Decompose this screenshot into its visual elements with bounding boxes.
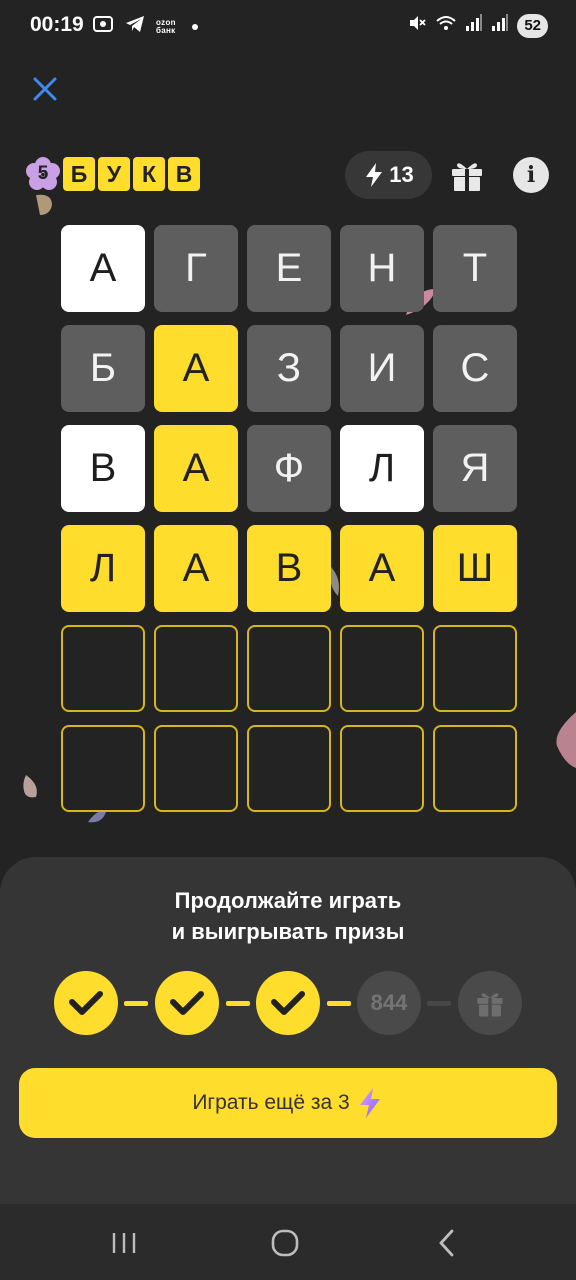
- check-icon: [271, 991, 305, 1015]
- gift-icon: [477, 993, 503, 1017]
- home-button[interactable]: [265, 1226, 305, 1260]
- letter-tile: З: [247, 325, 331, 412]
- progress-step-label: 844: [370, 990, 408, 1015]
- letter-tile: Ш: [433, 525, 517, 612]
- telegram-icon: [124, 14, 146, 39]
- game-logo: 5 Б У К В: [26, 157, 200, 191]
- empty-tile: [433, 725, 517, 812]
- prize-progress: 844: [54, 971, 522, 1035]
- lightning-icon: [366, 163, 383, 187]
- signal-icon: [465, 13, 483, 38]
- energy-counter[interactable]: 13: [345, 151, 432, 199]
- letter-tile: Г: [154, 225, 238, 312]
- recents-icon: [112, 1233, 136, 1253]
- status-right-icons: 52: [407, 13, 548, 38]
- check-icon: [69, 991, 103, 1015]
- sheet-title: Продолжайте играть и выигрывать призы: [0, 885, 576, 947]
- gift-button[interactable]: [448, 156, 486, 194]
- status-left-icons: ozon банк: [92, 14, 198, 39]
- notification-dot-icon: [191, 23, 198, 30]
- progress-step-done: [256, 971, 320, 1035]
- game-board: АГЕНТБАЗИСВАФЛЯЛАВАШ: [61, 225, 517, 812]
- back-button[interactable]: [427, 1226, 467, 1260]
- letter-tile: Ф: [247, 425, 331, 512]
- recents-button[interactable]: [104, 1226, 144, 1260]
- logo-letter: У: [98, 157, 130, 191]
- progress-step-done: [155, 971, 219, 1035]
- status-bar: 00:19 ozon банк 52: [0, 0, 576, 52]
- letter-tile: А: [61, 225, 145, 312]
- screen: 00:19 ozon банк 52 5 Б У К В 13 i А Г Е …: [0, 0, 576, 1280]
- lightning-icon: [359, 1088, 380, 1118]
- check-icon: [170, 991, 204, 1015]
- progress-connector: [226, 1001, 250, 1006]
- empty-tile: [340, 625, 424, 712]
- progress-step-done: [54, 971, 118, 1035]
- ozon-label-line2: банк: [156, 25, 176, 35]
- logo-letter: Б: [63, 157, 95, 191]
- screenshot-icon: [92, 14, 114, 39]
- letter-tile: И: [340, 325, 424, 412]
- letter-tile: Н: [340, 225, 424, 312]
- logo-number: 5: [37, 163, 49, 184]
- empty-tile: [433, 625, 517, 712]
- letter-tile: А: [154, 325, 238, 412]
- petal-decoration: [23, 775, 37, 798]
- energy-value: 13: [389, 162, 414, 187]
- letter-tile: А: [154, 525, 238, 612]
- ozon-bank-icon: ozon банк: [156, 18, 176, 35]
- letter-tile: А: [154, 425, 238, 512]
- empty-tile: [154, 725, 238, 812]
- letter-tile: С: [433, 325, 517, 412]
- play-again-button[interactable]: Играть ещё за 3: [19, 1068, 557, 1138]
- letter-tile: Т: [433, 225, 517, 312]
- close-button[interactable]: [30, 74, 60, 104]
- letter-tile: А: [340, 525, 424, 612]
- empty-tile: [340, 725, 424, 812]
- status-time: 00:19: [30, 13, 84, 36]
- sheet-title-line1: Продолжайте играть: [174, 888, 402, 913]
- signal-icon: [491, 13, 509, 38]
- letter-tile: В: [61, 425, 145, 512]
- letter-tile: Я: [433, 425, 517, 512]
- empty-tile: [61, 625, 145, 712]
- letter-tile: Е: [247, 225, 331, 312]
- home-icon: [271, 1229, 299, 1257]
- close-icon: [33, 77, 57, 101]
- logo-letter: В: [168, 157, 200, 191]
- flower-badge: 5: [26, 157, 60, 191]
- progress-step-prize: [458, 971, 522, 1035]
- sheet-title-line2: и выигрывать призы: [171, 919, 405, 944]
- logo-letter: К: [133, 157, 165, 191]
- letter-tile: Л: [61, 525, 145, 612]
- empty-tile: [247, 625, 331, 712]
- letter-tile: Б: [61, 325, 145, 412]
- logo-letters: Б У К В: [63, 157, 200, 191]
- empty-tile: [154, 625, 238, 712]
- petal-decoration: [556, 712, 576, 768]
- leaf-decoration: [36, 194, 52, 215]
- progress-connector: [327, 1001, 351, 1006]
- mute-icon: [407, 13, 427, 38]
- gift-icon: [452, 163, 482, 191]
- play-again-label: Играть ещё за 3: [192, 1091, 350, 1114]
- letter-tile: В: [247, 525, 331, 612]
- letter-tile: Л: [340, 425, 424, 512]
- info-button[interactable]: i: [513, 157, 549, 193]
- empty-tile: [247, 725, 331, 812]
- progress-connector: [124, 1001, 148, 1006]
- wifi-icon: [435, 13, 457, 38]
- empty-tile: [61, 725, 145, 812]
- system-nav-bar: [0, 1204, 576, 1280]
- info-icon: i: [526, 162, 536, 188]
- battery-icon: 52: [517, 13, 548, 38]
- progress-connector: [427, 1001, 451, 1006]
- progress-step-pending: 844: [357, 971, 421, 1035]
- back-icon: [439, 1229, 454, 1257]
